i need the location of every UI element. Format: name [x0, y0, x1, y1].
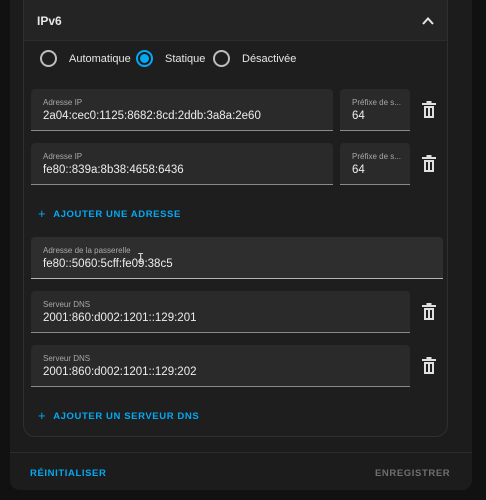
field-value: 64: [352, 110, 365, 122]
trash-icon[interactable]: [421, 303, 437, 321]
mode-radio-group: Automatique Statique Désactivée: [24, 47, 447, 71]
radio-label-statique: Statique: [165, 53, 206, 65]
plus-icon: +: [38, 408, 47, 423]
radio-label-automatique: Automatique: [69, 53, 131, 65]
panel-title: IPv6: [37, 14, 62, 28]
field-label: Préfixe de s...: [352, 98, 401, 107]
radio-statique[interactable]: [136, 50, 153, 67]
save-button[interactable]: ENREGISTRER: [375, 468, 450, 479]
field-label: Préfixe de s...: [352, 152, 401, 161]
field-value: fe80::5060:5cff:fe09:38c5: [43, 258, 173, 270]
field-value: 64: [352, 164, 365, 176]
gateway-field[interactable]: Adresse de la passerelle fe80::5060:5cff…: [31, 237, 443, 279]
trash-icon[interactable]: [421, 357, 437, 375]
ipv6-panel-header[interactable]: IPv6: [24, 0, 447, 41]
ipv6-panel: IPv6 Automatique Statique Désactivée Adr…: [23, 0, 448, 437]
text-cursor: I: [137, 251, 145, 265]
add-dns-button[interactable]: + AJOUTER UN SERVEUR DNS: [38, 407, 200, 423]
add-address-label: AJOUTER UNE ADRESSE: [53, 209, 181, 220]
ip-address-field[interactable]: Adresse IP fe80::839a:8b38:4658:6436: [31, 143, 333, 185]
field-label: Serveur DNS: [43, 300, 91, 309]
dns-server-field[interactable]: Serveur DNS 2001:860:d002:1201::129:201: [31, 291, 410, 333]
prefix-field[interactable]: Préfixe de s... 64: [340, 89, 410, 131]
add-address-button[interactable]: + AJOUTER UNE ADRESSE: [38, 205, 181, 221]
dialog: IPv6 Automatique Statique Désactivée Adr…: [10, 0, 472, 490]
field-label: Serveur DNS: [43, 354, 91, 363]
field-label: Adresse de la passerelle: [43, 246, 131, 255]
trash-icon[interactable]: [421, 155, 437, 173]
reset-button[interactable]: RÉINITIALISER: [30, 468, 106, 479]
dns-server-field[interactable]: Serveur DNS 2001:860:d002:1201::129:202: [31, 345, 410, 387]
field-value: 2001:860:d002:1201::129:202: [43, 366, 197, 378]
ip-address-field[interactable]: Adresse IP 2a04:cec0:1125:8682:8cd:2ddb:…: [31, 89, 333, 131]
radio-desactivee[interactable]: [213, 50, 230, 67]
field-value: 2a04:cec0:1125:8682:8cd:2ddb:3a8a:2e60: [43, 110, 261, 122]
prefix-field[interactable]: Préfixe de s... 64: [340, 143, 410, 185]
trash-icon[interactable]: [421, 101, 437, 119]
field-value: 2001:860:d002:1201::129:201: [43, 312, 197, 324]
plus-icon: +: [38, 206, 47, 221]
footer-divider: [10, 452, 472, 453]
field-value: fe80::839a:8b38:4658:6436: [43, 164, 184, 176]
add-dns-label: AJOUTER UN SERVEUR DNS: [53, 411, 200, 422]
field-label: Adresse IP: [43, 98, 83, 107]
chevron-up-icon[interactable]: [421, 14, 435, 28]
radio-label-desactivee: Désactivée: [242, 53, 297, 65]
radio-automatique[interactable]: [40, 50, 57, 67]
field-label: Adresse IP: [43, 152, 83, 161]
